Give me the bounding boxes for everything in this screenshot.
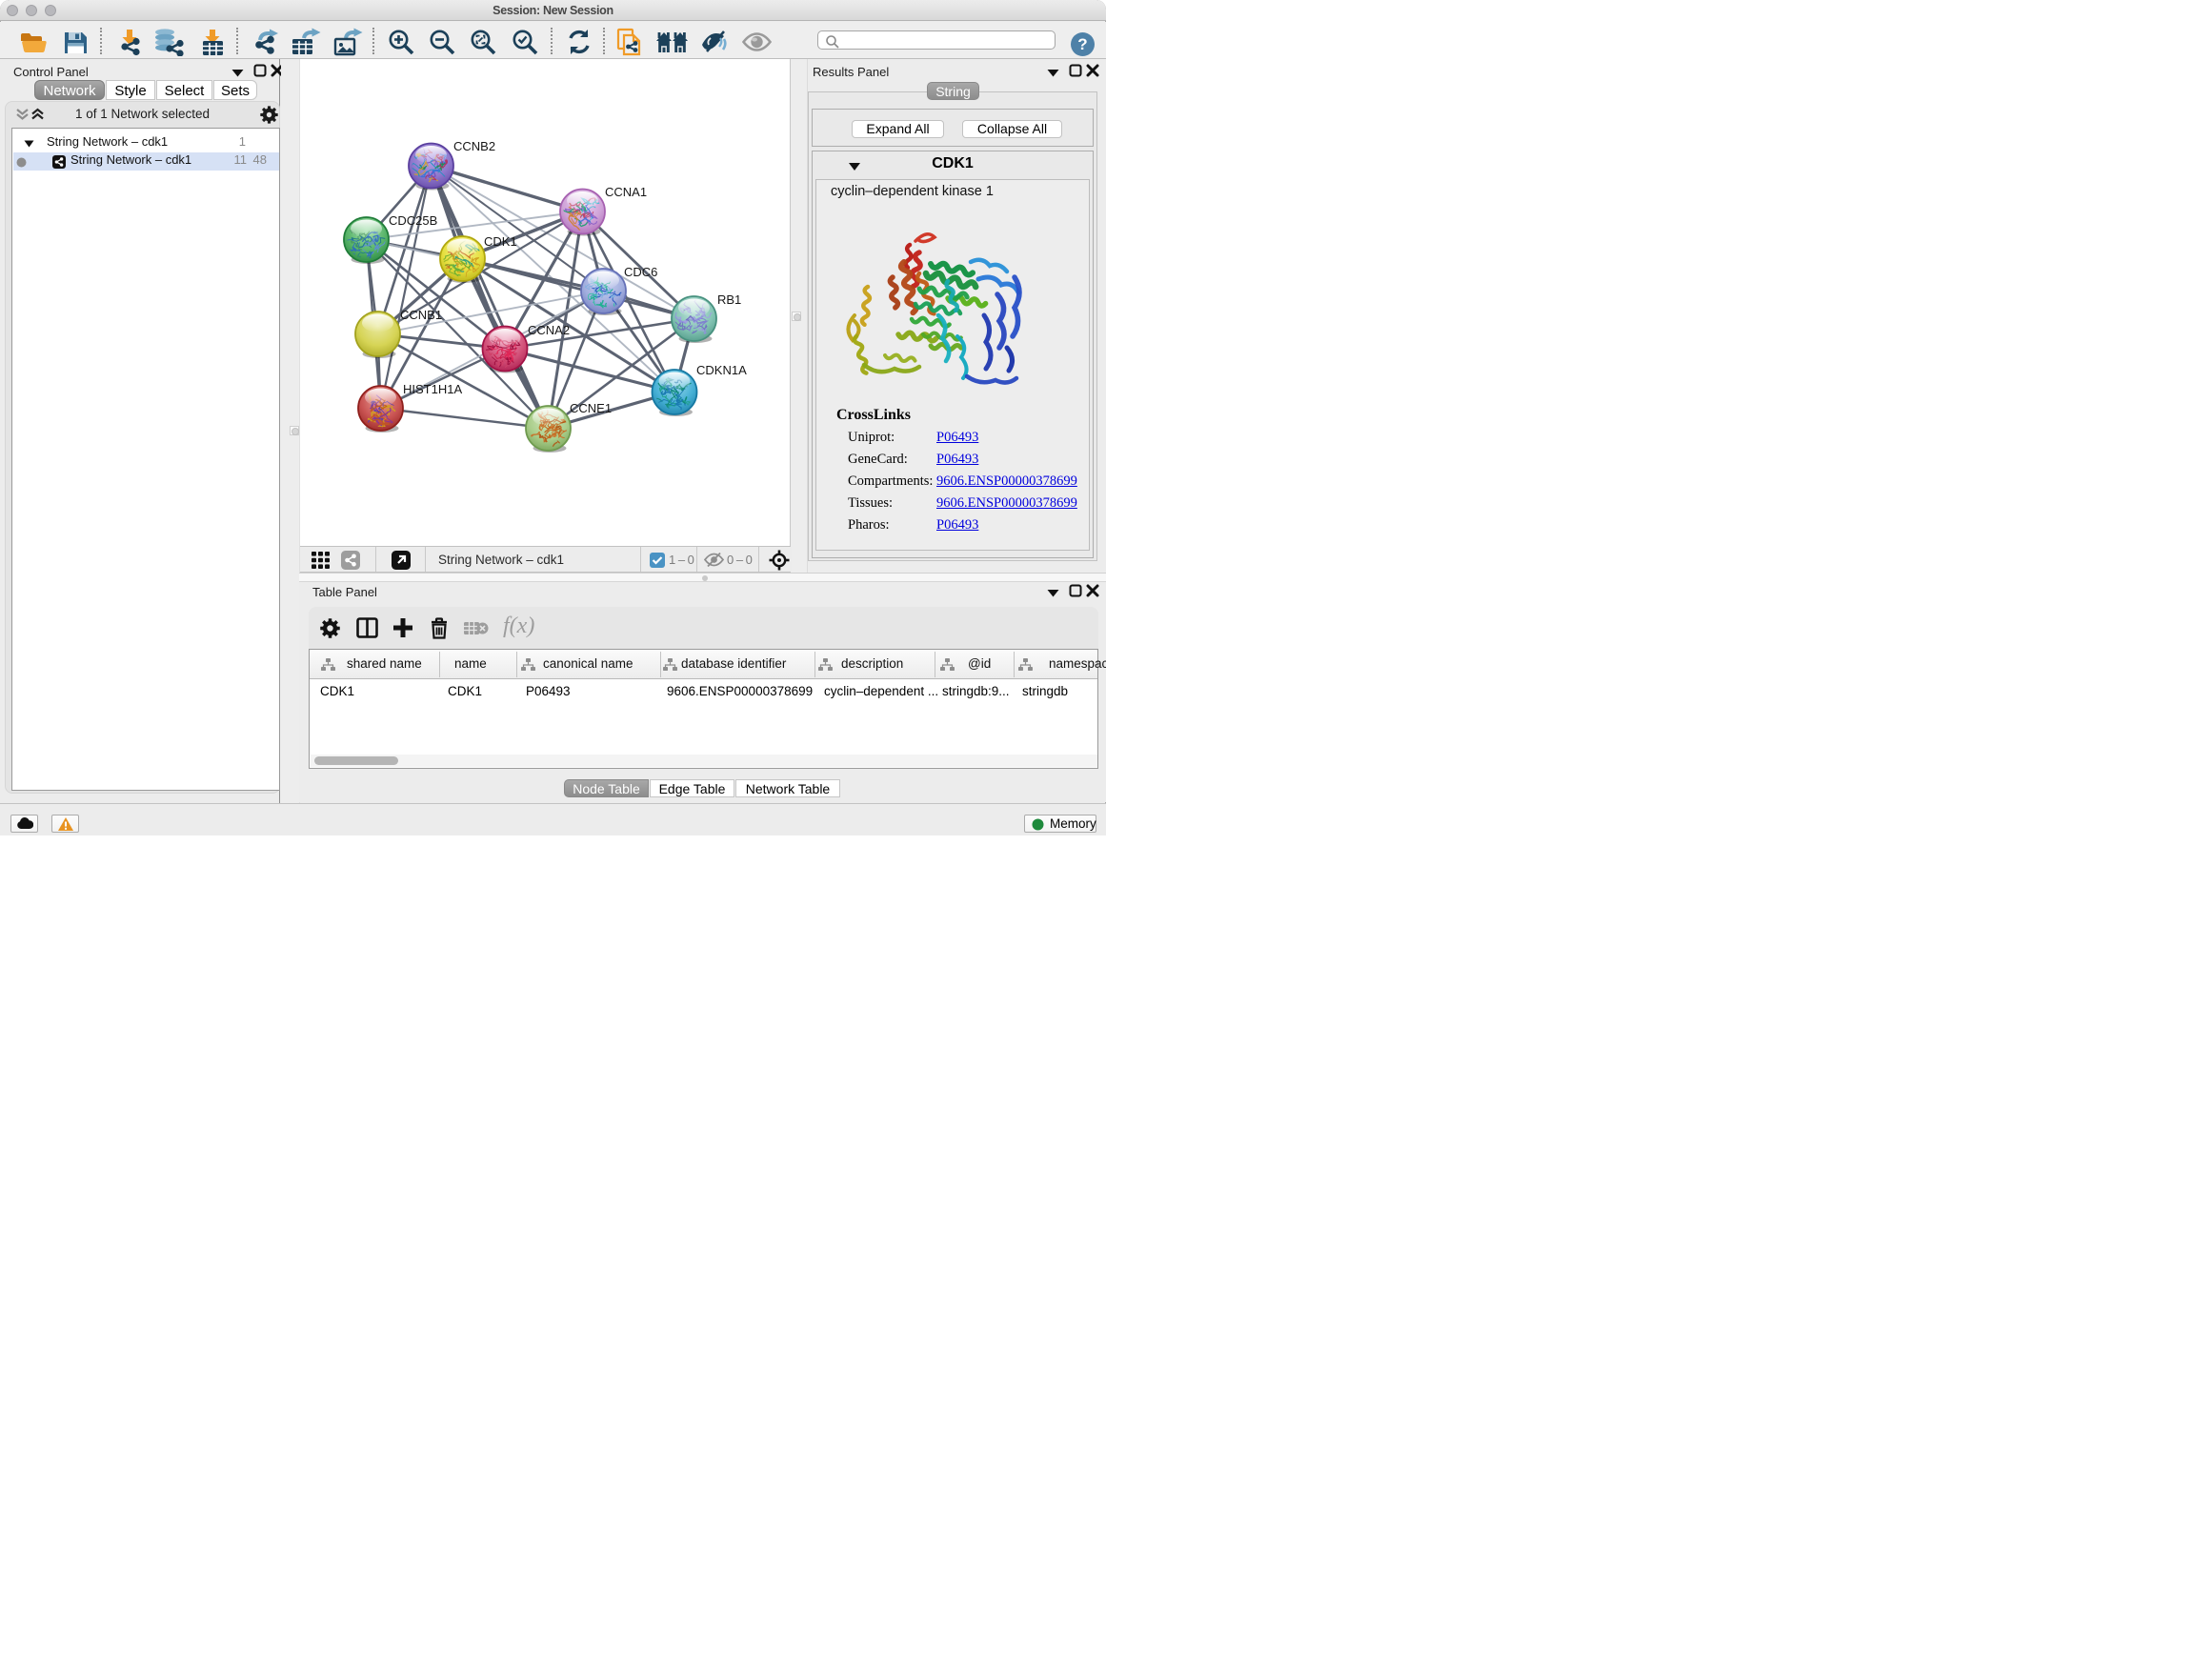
svg-text:CDK1: CDK1 (484, 234, 517, 249)
svg-text:HIST1H1A: HIST1H1A (403, 382, 462, 396)
svg-text:CCNB1: CCNB1 (400, 308, 442, 322)
svg-text:CDKN1A: CDKN1A (696, 363, 747, 377)
svg-text:CCNE1: CCNE1 (570, 401, 612, 415)
svg-text:CCNA2: CCNA2 (528, 323, 570, 337)
svg-text:CCNA1: CCNA1 (605, 185, 647, 199)
svg-text:RB1: RB1 (717, 292, 741, 307)
svg-text:CDC6: CDC6 (624, 265, 657, 279)
svg-text:CDC25B: CDC25B (389, 213, 437, 228)
svg-text:CCNB2: CCNB2 (453, 139, 495, 153)
